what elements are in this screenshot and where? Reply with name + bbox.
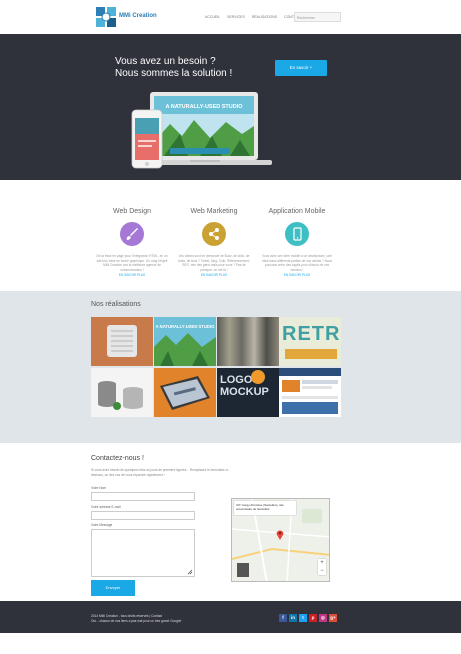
brush-icon xyxy=(120,222,144,246)
contact-intro: Si vous avez besoin de quelques infos au… xyxy=(91,468,230,477)
portfolio-tile-5[interactable] xyxy=(91,368,153,417)
hero-title: Vous avez un besoin ? Nous sommes la sol… xyxy=(115,56,233,79)
facebook-icon[interactable]: f xyxy=(279,614,287,622)
google-plus-icon[interactable]: g+ xyxy=(329,614,337,622)
service-title: Web Design xyxy=(112,208,151,215)
tile-banner-text: A NATURALLY-USED STUDIO xyxy=(156,324,215,329)
footer-text: 2014 MMi Creation - tous droits réservés… xyxy=(91,614,182,623)
brand-name[interactable]: MMi Creation xyxy=(119,13,157,19)
name-field[interactable] xyxy=(91,492,195,501)
nav-item-services[interactable]: SERVICES xyxy=(227,15,245,19)
share-icon xyxy=(202,222,226,246)
service-title: Application Mobile xyxy=(268,208,326,215)
zoom-controls[interactable]: + − xyxy=(318,559,326,575)
retro-text: RETR xyxy=(282,323,341,345)
screen-banner-text: A NATURALLY-USED STUDIO xyxy=(165,104,243,110)
footer xyxy=(0,601,461,633)
contact-title: Contactez-nous ! xyxy=(91,455,144,462)
service-description: De la mise en page pour l'intégration HT… xyxy=(96,254,168,272)
pinterest-icon[interactable]: p xyxy=(309,614,317,622)
portfolio-title: Nos réalisations xyxy=(91,301,141,308)
service-mobile-app: Application Mobile Vous avez une idée mo… xyxy=(257,208,337,277)
service-description: Vous avez une idée mobile à un smartphon… xyxy=(261,254,333,272)
service-web-marketing: Web Marketing Vos clients sont en demand… xyxy=(174,208,254,277)
retro-banner xyxy=(285,349,337,359)
send-button[interactable]: Envoyer xyxy=(91,580,135,596)
logo-mockup-badge xyxy=(251,370,265,384)
nav-item-realisations[interactable]: RÉALISATIONS xyxy=(252,15,277,19)
service-title: Web Marketing xyxy=(190,208,238,215)
service-more-link[interactable]: EN SAVOIR PLUS xyxy=(92,273,172,277)
service-more-link[interactable]: EN SAVOIR PLUS xyxy=(257,273,337,277)
learn-more-button[interactable]: En savoir + xyxy=(275,60,327,76)
message-label: Votre Message xyxy=(91,523,113,527)
logo-mockup-text: LOGO MOCKUP xyxy=(220,374,269,398)
search-input[interactable]: Rechercher xyxy=(294,12,341,22)
service-more-link[interactable]: EN SAVOIR PLUS xyxy=(174,273,254,277)
portfolio-tile-8[interactable] xyxy=(279,368,341,417)
service-description: Vos clients sont en demande de Buzz, de … xyxy=(178,254,250,272)
portfolio-tile-3[interactable] xyxy=(217,317,279,366)
name-label: Votre Nom xyxy=(91,486,107,490)
portfolio-section xyxy=(0,291,461,443)
header: MMi Creation ACCUEIL SERVICES RÉALISATIO… xyxy=(0,0,461,34)
portfolio-tile-4[interactable]: RETR xyxy=(279,317,341,366)
service-web-design: Web Design De la mise en page pour l'int… xyxy=(92,208,172,277)
twitter-icon[interactable]: t xyxy=(299,614,307,622)
main-nav: ACCUEIL SERVICES RÉALISATIONS CONTACT xyxy=(205,15,301,19)
portfolio-tile-7[interactable]: LOGO MOCKUP xyxy=(217,368,279,417)
email-label: Votre adresse E-mail xyxy=(91,505,121,509)
portfolio-tile-2[interactable]: A NATURALLY-USED STUDIO xyxy=(154,317,216,366)
portfolio-tile-6[interactable] xyxy=(154,368,216,417)
map-info-card: IUT Cergy-Pontoise (Sarcelles), site uni… xyxy=(234,501,296,515)
resize-handle-icon[interactable] xyxy=(187,569,193,575)
mobile-icon xyxy=(285,222,309,246)
portfolio-tile-1[interactable] xyxy=(91,317,153,366)
map-pin-icon[interactable] xyxy=(276,529,284,540)
location-map[interactable]: IUT Cergy-Pontoise (Sarcelles), site uni… xyxy=(231,498,330,582)
instagram-icon[interactable]: ◎ xyxy=(319,614,327,622)
devices-illustration: A NATURALLY-USED STUDIO xyxy=(131,92,272,169)
logo-icon[interactable] xyxy=(95,6,117,28)
email-field[interactable] xyxy=(91,511,195,520)
linkedin-icon[interactable]: in xyxy=(289,614,297,622)
message-textarea[interactable] xyxy=(91,529,195,577)
nav-item-accueil[interactable]: ACCUEIL xyxy=(205,15,220,19)
